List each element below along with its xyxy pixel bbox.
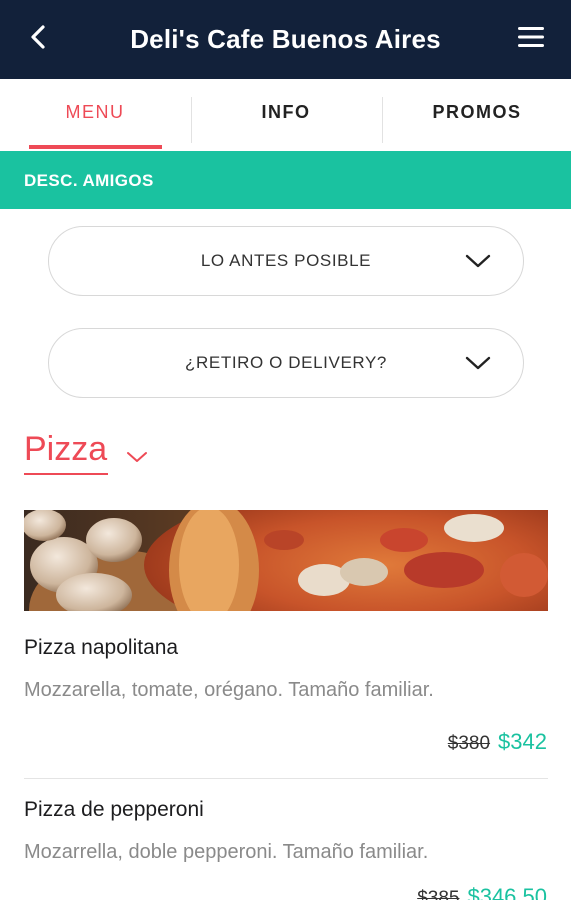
tab-info[interactable]: INFO [191, 79, 381, 151]
tab-label: PROMOS [432, 102, 522, 122]
delivery-mode-label: ¿RETIRO O DELIVERY? [185, 353, 387, 372]
tab-menu[interactable]: MENU [0, 79, 190, 151]
menu-item-description: Mozzarella, tomate, orégano. Tamaño fami… [24, 679, 434, 701]
old-price: $380 [447, 733, 491, 754]
chevron-down-icon[interactable] [126, 449, 148, 465]
page-title: Deli's Cafe Buenos Aires [130, 24, 441, 54]
tab-bar: MENU INFO PROMOS [0, 79, 571, 151]
hamburger-menu-icon[interactable] [517, 25, 545, 49]
chevron-down-icon [465, 356, 491, 370]
discounted-price: $342 [498, 729, 547, 754]
active-tab-indicator [29, 145, 162, 149]
category-underline [24, 473, 108, 475]
menu-item-price: $380 $342 [448, 729, 547, 755]
discounted-price: $346.50 [467, 884, 547, 900]
item-divider [24, 778, 548, 779]
time-selector[interactable]: LO ANTES POSIBLE [48, 226, 524, 296]
menu-item-name[interactable]: Pizza napolitana [24, 636, 178, 660]
promo-banner[interactable]: DESC. AMIGOS [0, 151, 571, 209]
chevron-down-icon [465, 254, 491, 268]
menu-item-name[interactable]: Pizza de pepperoni [24, 798, 204, 822]
tab-promos[interactable]: PROMOS [382, 79, 571, 151]
promo-label: DESC. AMIGOS [24, 171, 154, 190]
category-banner-image [24, 510, 548, 611]
app-bar: Deli's Cafe Buenos Aires [0, 0, 571, 79]
tab-label: MENU [65, 102, 125, 122]
category-title[interactable]: Pizza [24, 430, 107, 469]
old-price: $385 [417, 888, 460, 900]
time-selector-label: LO ANTES POSIBLE [200, 251, 372, 270]
tab-label: INFO [261, 102, 311, 122]
menu-item-description: Mozarrella, doble pepperoni. Tamaño fami… [24, 841, 429, 863]
delivery-mode-selector[interactable]: ¿RETIRO O DELIVERY? [48, 328, 524, 398]
menu-item-price: $385 $346.50 [417, 884, 547, 900]
